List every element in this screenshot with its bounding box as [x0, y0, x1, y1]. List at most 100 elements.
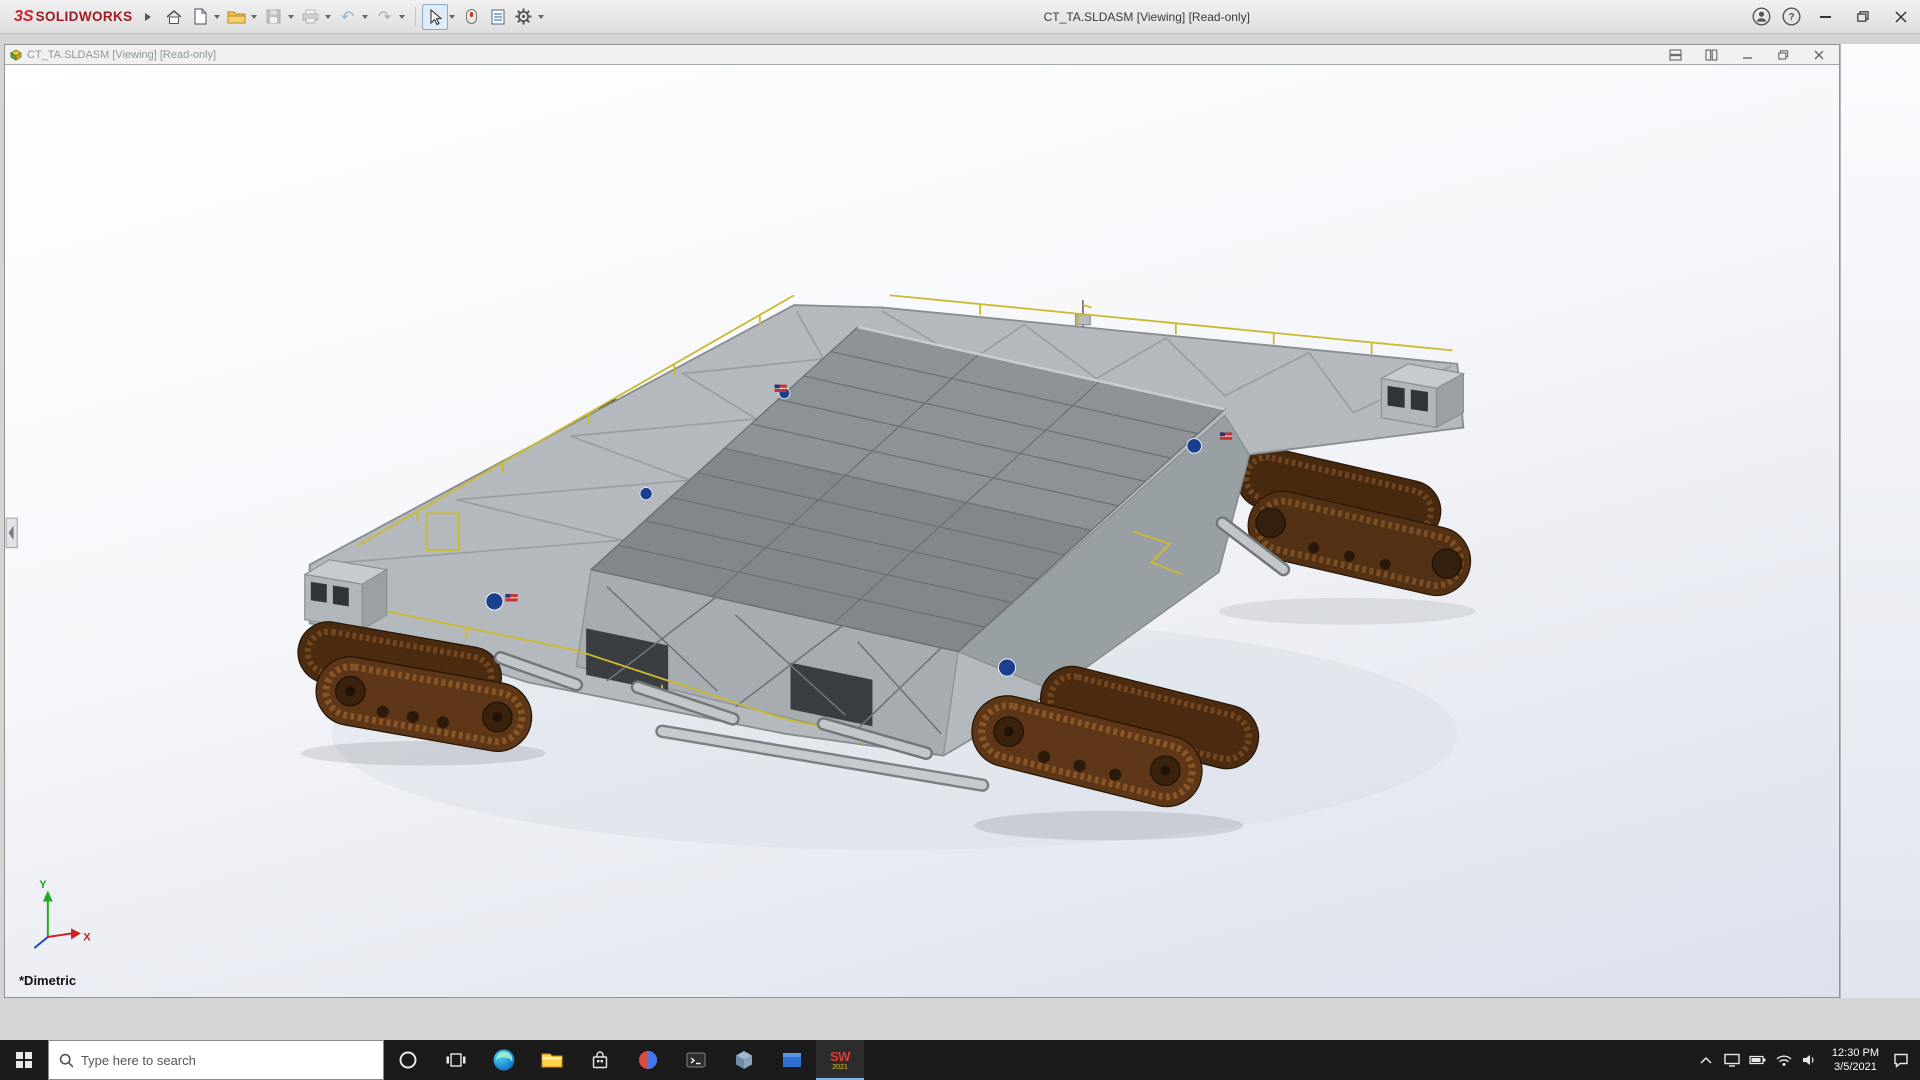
- undo-button[interactable]: ↶: [335, 4, 361, 30]
- home-button[interactable]: [161, 4, 187, 30]
- taskbar-search[interactable]: [48, 1040, 384, 1080]
- paint-app-button[interactable]: [624, 1040, 672, 1080]
- control-cab-right: [1381, 364, 1463, 428]
- task-view-icon: [445, 1051, 467, 1069]
- options-dropdown-arrow[interactable]: [538, 15, 544, 19]
- options-button[interactable]: [511, 4, 537, 30]
- minimize-icon: [1820, 16, 1831, 18]
- new-document-button[interactable]: [187, 4, 213, 30]
- clock-time: 12:30 PM: [1832, 1046, 1879, 1060]
- task-view-button[interactable]: [432, 1040, 480, 1080]
- doc-minimize-button[interactable]: [1739, 48, 1755, 62]
- taskbar-clock[interactable]: 12:30 PM 3/5/2021: [1823, 1046, 1888, 1075]
- open-dropdown-arrow[interactable]: [251, 15, 257, 19]
- document-window: CT_TA.SLDASM [Viewing] [Read-only]: [4, 44, 1840, 998]
- brand-expand-arrow[interactable]: [145, 13, 151, 21]
- cad-cube-app-icon: [731, 1047, 757, 1073]
- account-button[interactable]: [1746, 0, 1776, 34]
- us-flag: [1220, 432, 1232, 439]
- edge-icon: [491, 1047, 517, 1073]
- redo-button[interactable]: ↷: [372, 4, 398, 30]
- evaluate-sheet-icon: [491, 9, 505, 25]
- app-close-button[interactable]: [1882, 0, 1920, 34]
- open-button[interactable]: [224, 4, 250, 30]
- status-bar: [0, 998, 1920, 1040]
- restore-icon: [1857, 11, 1869, 22]
- hidden-icons-button[interactable]: [1693, 1040, 1719, 1080]
- windows-logo-icon: [16, 1052, 32, 1068]
- battery-icon: [1749, 1054, 1767, 1066]
- doc-close-icon: [1814, 50, 1824, 60]
- help-button[interactable]: ?: [1776, 0, 1806, 34]
- help-glyph: ?: [1788, 12, 1794, 23]
- print-dropdown-arrow[interactable]: [325, 15, 331, 19]
- app-minimize-button[interactable]: [1806, 0, 1844, 34]
- triad-x-label: X: [83, 932, 91, 944]
- monitor-tray-button[interactable]: [1719, 1040, 1745, 1080]
- action-center-button[interactable]: [1888, 1040, 1914, 1080]
- open-folder-icon: [227, 9, 246, 24]
- new-dropdown-arrow[interactable]: [214, 15, 220, 19]
- toolbar-separator: [415, 7, 416, 27]
- print-button[interactable]: [298, 4, 324, 30]
- solidworks-app-icon: SW 2021: [830, 1050, 850, 1071]
- network-tray-button[interactable]: [1771, 1040, 1797, 1080]
- cortana-button[interactable]: [384, 1040, 432, 1080]
- document-window-controls: [1667, 48, 1827, 62]
- mouse-gestures-icon: [466, 9, 477, 24]
- cortana-icon: [398, 1050, 418, 1070]
- select-dropdown-arrow[interactable]: [449, 15, 455, 19]
- monitor-icon: [1723, 1052, 1741, 1068]
- window-app-button[interactable]: [768, 1040, 816, 1080]
- triad-y-label: Y: [39, 879, 47, 891]
- undo-dropdown-arrow[interactable]: [362, 15, 368, 19]
- us-flag: [505, 594, 517, 601]
- titlebar-right-cluster: ?: [1746, 0, 1920, 34]
- window-title: CT_TA.SLDASM [Viewing] [Read-only]: [548, 10, 1746, 24]
- doc-restore-button[interactable]: [1775, 48, 1791, 62]
- tile-vertical-icon: [1705, 49, 1718, 61]
- select-tool-button[interactable]: [422, 4, 448, 30]
- print-icon: [302, 9, 319, 24]
- doc-tile-horizontal-button[interactable]: [1667, 48, 1683, 62]
- chevron-up-icon: [1699, 1055, 1713, 1065]
- doc-minimize-icon: [1742, 50, 1753, 60]
- clock-date: 3/5/2021: [1832, 1060, 1879, 1074]
- us-flag: [775, 385, 787, 392]
- start-button[interactable]: [0, 1040, 48, 1080]
- solidworks-taskbar-button[interactable]: SW 2021: [816, 1040, 864, 1080]
- volume-icon: [1801, 1053, 1818, 1067]
- volume-tray-button[interactable]: [1797, 1040, 1823, 1080]
- redo-dropdown-arrow[interactable]: [399, 15, 405, 19]
- edge-button[interactable]: [480, 1040, 528, 1080]
- search-input[interactable]: [81, 1053, 373, 1068]
- graphics-viewport[interactable]: Y X *Dimetric: [5, 64, 1839, 997]
- battery-tray-button[interactable]: [1745, 1040, 1771, 1080]
- store-button[interactable]: [576, 1040, 624, 1080]
- document-title: CT_TA.SLDASM [Viewing] [Read-only]: [27, 49, 216, 61]
- mouse-gestures-button[interactable]: [459, 4, 485, 30]
- doc-close-button[interactable]: [1811, 48, 1827, 62]
- evaluate-button[interactable]: [485, 4, 511, 30]
- document-titlebar[interactable]: CT_TA.SLDASM [Viewing] [Read-only]: [5, 45, 1839, 64]
- brand-prefix: 3S: [14, 8, 34, 26]
- orientation-triad: Y X: [34, 879, 91, 948]
- doc-tile-vertical-button[interactable]: [1703, 48, 1719, 62]
- windows-taskbar: SW 2021: [0, 1040, 1920, 1080]
- task-pane-collapsed[interactable]: [1840, 44, 1920, 998]
- window-app-icon: [779, 1047, 805, 1073]
- tile-horizontal-icon: [1669, 49, 1682, 61]
- wifi-icon: [1775, 1053, 1793, 1067]
- app-restore-button[interactable]: [1844, 0, 1882, 34]
- file-explorer-button[interactable]: [528, 1040, 576, 1080]
- terminal-app-button[interactable]: [672, 1040, 720, 1080]
- undo-icon: ↶: [341, 7, 354, 27]
- save-dropdown-arrow[interactable]: [288, 15, 294, 19]
- system-tray: 12:30 PM 3/5/2021: [1693, 1040, 1920, 1080]
- options-gear-icon: [515, 8, 532, 25]
- cad-cube-app-button[interactable]: [720, 1040, 768, 1080]
- save-button[interactable]: [261, 4, 287, 30]
- feature-tree-collapse-tab[interactable]: [6, 518, 17, 547]
- solidworks-logo[interactable]: 3S SOLIDWORKS: [0, 8, 141, 26]
- viewport-canvas[interactable]: Y X: [5, 65, 1839, 997]
